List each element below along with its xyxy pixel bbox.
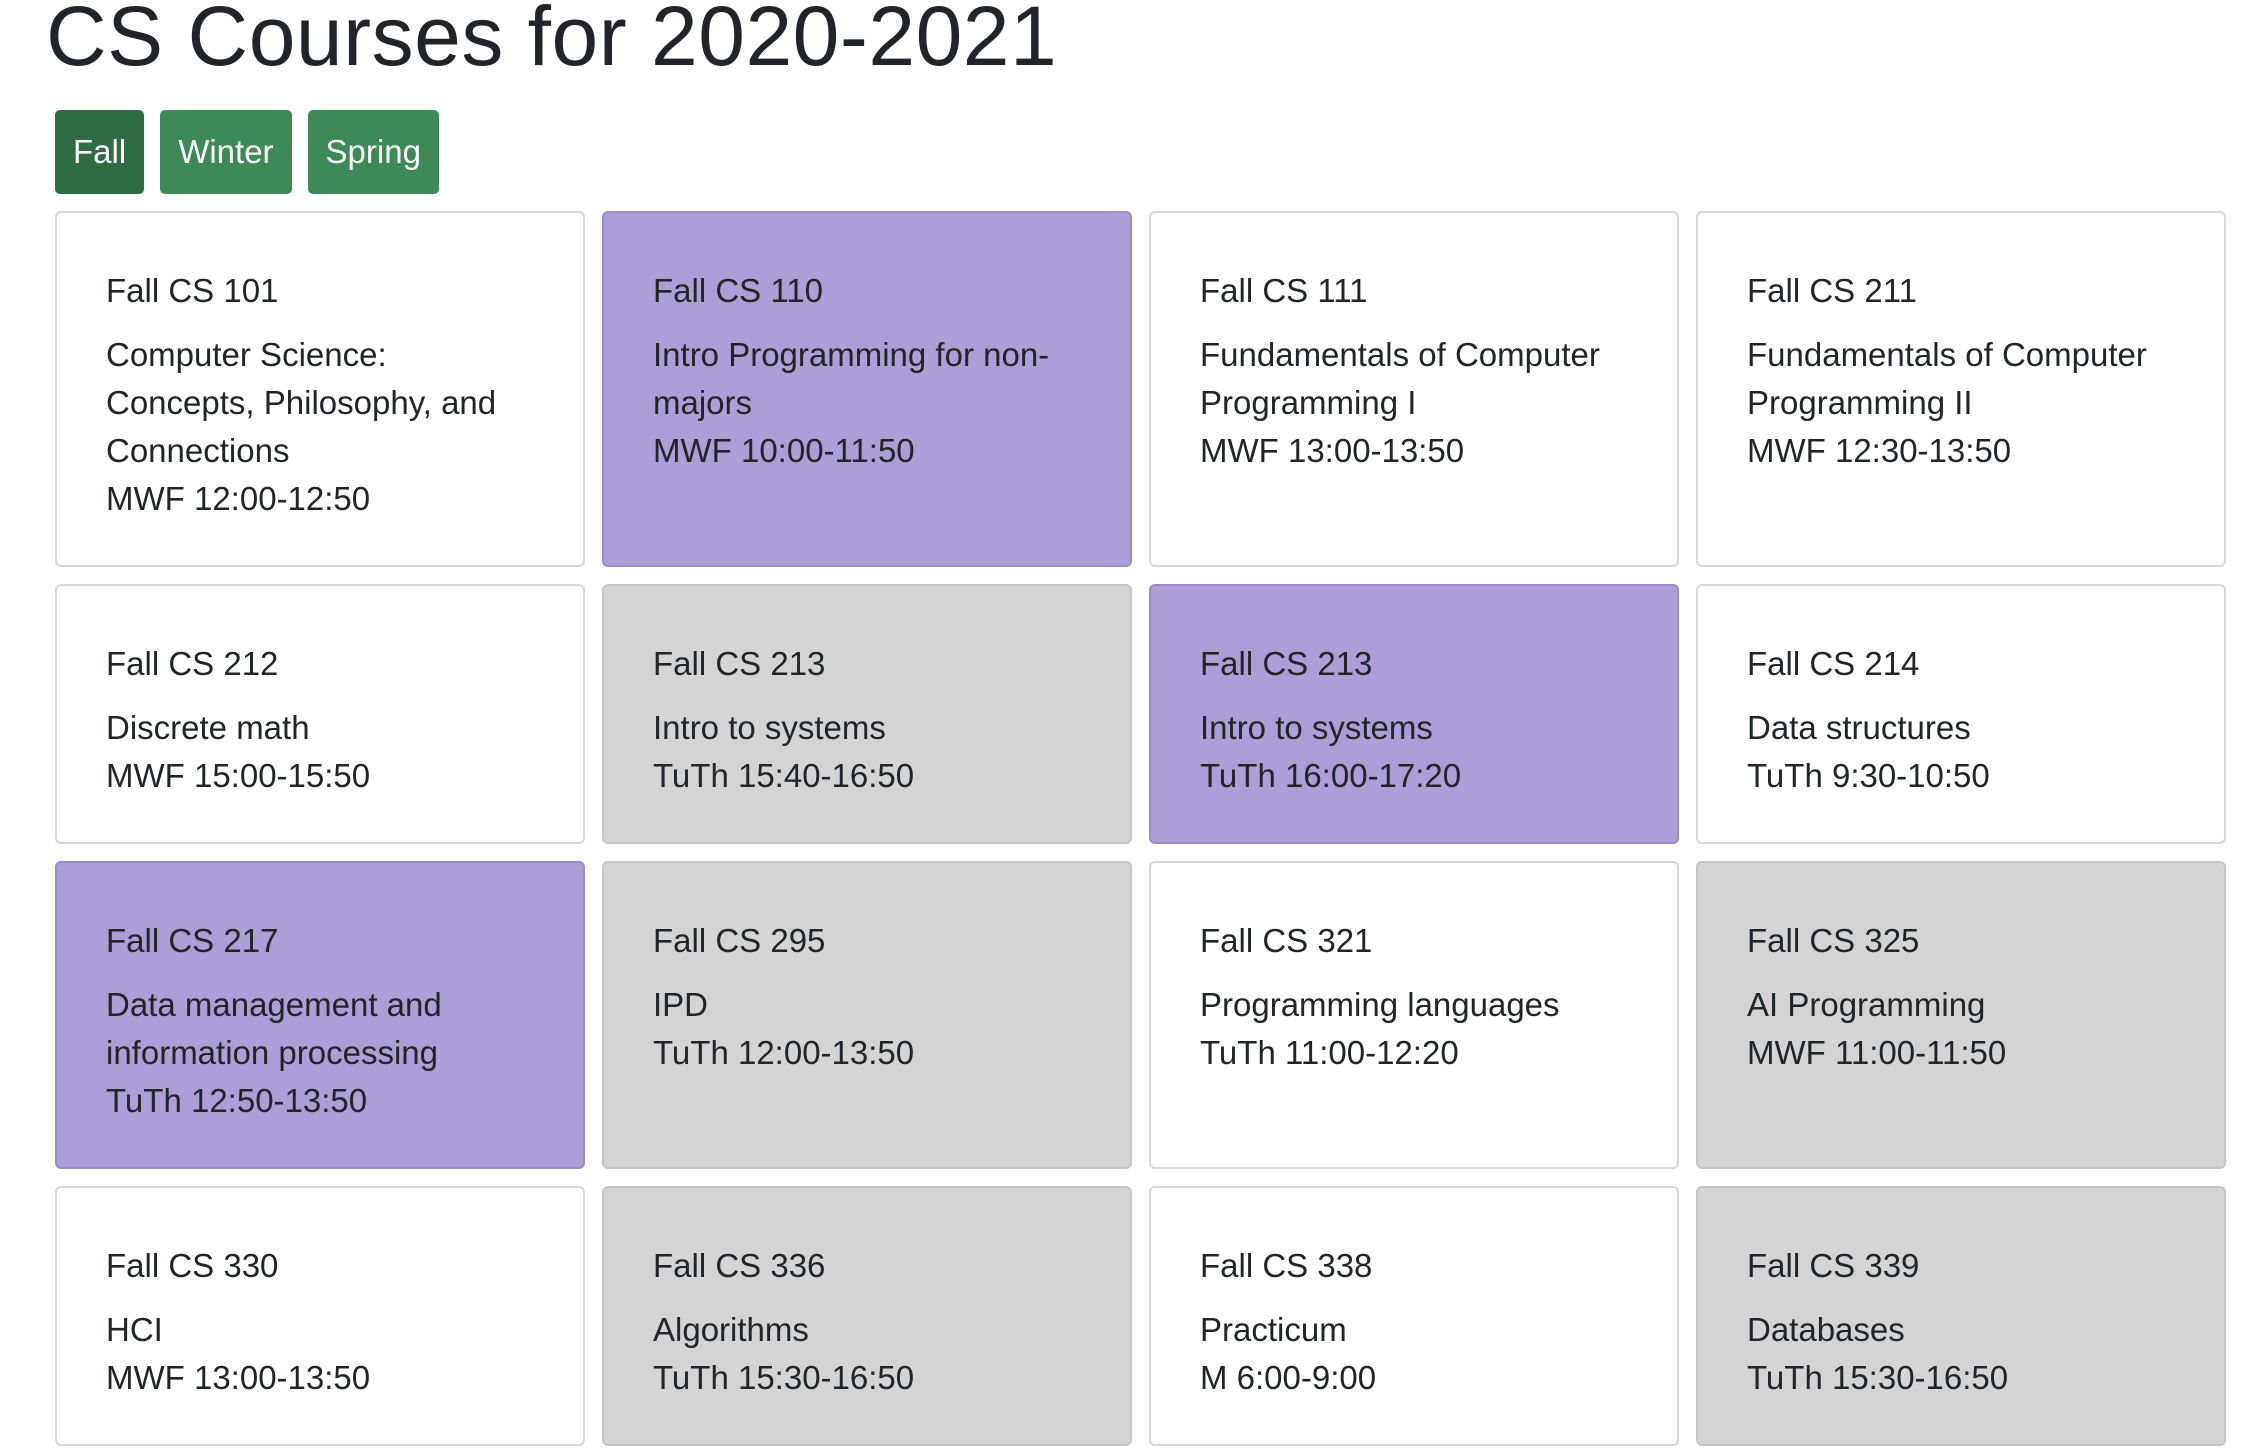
course-code: Fall CS 211	[1747, 272, 1917, 309]
course-card[interactable]: Fall CS 217 Data management and informat…	[55, 861, 585, 1169]
course-card[interactable]: Fall CS 213 Intro to systems TuTh 15:40-…	[602, 584, 1132, 844]
course-time: TuTh 12:00-13:50	[653, 1034, 915, 1071]
course-name: Algorithms	[653, 1311, 809, 1348]
course-card[interactable]: Fall CS 111 Fundamentals of Computer Pro…	[1149, 211, 1679, 567]
course-name: Databases	[1747, 1311, 1905, 1348]
course-card[interactable]: Fall CS 214 Data structures TuTh 9:30-10…	[1696, 584, 2226, 844]
course-card[interactable]: Fall CS 213 Intro to systems TuTh 16:00-…	[1149, 584, 1679, 844]
course-code: Fall CS 321	[1200, 922, 1373, 959]
course-card[interactable]: Fall CS 339 Databases TuTh 15:30-16:50	[1696, 1186, 2226, 1446]
course-name: Intro Programming for non-majors	[653, 336, 1050, 421]
course-code: Fall CS 325	[1747, 922, 1920, 959]
page-title: CS Courses for 2020-2021	[46, 0, 1058, 83]
term-selector: Fall Winter Spring	[55, 110, 439, 194]
course-time: M 6:00-9:00	[1200, 1359, 1377, 1396]
course-code: Fall CS 110	[653, 272, 823, 309]
term-button-winter[interactable]: Winter	[160, 110, 292, 194]
course-time: MWF 12:00-12:50	[106, 480, 371, 517]
course-card[interactable]: Fall CS 336 Algorithms TuTh 15:30-16:50	[602, 1186, 1132, 1446]
course-name: Intro to systems	[653, 709, 886, 746]
course-code: Fall CS 217	[106, 922, 279, 959]
course-card[interactable]: Fall CS 110 Intro Programming for non-ma…	[602, 211, 1132, 567]
course-grid: Fall CS 101 Computer Science: Concepts, …	[55, 211, 2226, 1446]
course-code: Fall CS 339	[1747, 1247, 1920, 1284]
term-button-fall[interactable]: Fall	[55, 110, 145, 194]
course-card[interactable]: Fall CS 330 HCI MWF 13:00-13:50	[55, 1186, 585, 1446]
course-card[interactable]: Fall CS 295 IPD TuTh 12:00-13:50	[602, 861, 1132, 1169]
course-code: Fall CS 101	[106, 272, 279, 309]
course-name: Data management and information processi…	[106, 986, 442, 1071]
course-code: Fall CS 111	[1200, 272, 1368, 309]
course-time: TuTh 15:30-16:50	[1747, 1359, 2009, 1396]
course-time: MWF 13:00-13:50	[1200, 432, 1465, 469]
course-name: Practicum	[1200, 1311, 1347, 1348]
course-code: Fall CS 212	[106, 645, 279, 682]
course-card[interactable]: Fall CS 211 Fundamentals of Computer Pro…	[1696, 211, 2226, 567]
course-name: Programming languages	[1200, 986, 1560, 1023]
course-time: TuTh 12:50-13:50	[106, 1082, 368, 1119]
course-time: MWF 10:00-11:50	[653, 432, 915, 469]
course-card[interactable]: Fall CS 212 Discrete math MWF 15:00-15:5…	[55, 584, 585, 844]
course-time: TuTh 11:00-12:20	[1200, 1034, 1459, 1071]
course-code: Fall CS 214	[1747, 645, 1920, 682]
course-code: Fall CS 213	[1200, 645, 1373, 682]
course-name: Computer Science: Concepts, Philosophy, …	[106, 336, 497, 469]
course-time: TuTh 16:00-17:20	[1200, 757, 1462, 794]
course-name: Fundamentals of Computer Programming II	[1747, 336, 2147, 421]
course-name: Data structures	[1747, 709, 1971, 746]
course-name: Discrete math	[106, 709, 310, 746]
course-time: TuTh 15:40-16:50	[653, 757, 915, 794]
course-card[interactable]: Fall CS 325 AI Programming MWF 11:00-11:…	[1696, 861, 2226, 1169]
course-code: Fall CS 295	[653, 922, 826, 959]
course-name: AI Programming	[1747, 986, 1986, 1023]
course-time: MWF 11:00-11:50	[1747, 1034, 2007, 1071]
course-card[interactable]: Fall CS 338 Practicum M 6:00-9:00	[1149, 1186, 1679, 1446]
course-code: Fall CS 330	[106, 1247, 279, 1284]
course-time: MWF 15:00-15:50	[106, 757, 371, 794]
course-name: Fundamentals of Computer Programming I	[1200, 336, 1600, 421]
course-time: MWF 12:30-13:50	[1747, 432, 2012, 469]
course-code: Fall CS 213	[653, 645, 826, 682]
course-card[interactable]: Fall CS 321 Programming languages TuTh 1…	[1149, 861, 1679, 1169]
course-card[interactable]: Fall CS 101 Computer Science: Concepts, …	[55, 211, 585, 567]
course-code: Fall CS 336	[653, 1247, 826, 1284]
course-code: Fall CS 338	[1200, 1247, 1373, 1284]
course-time: MWF 13:00-13:50	[106, 1359, 371, 1396]
course-name: HCI	[106, 1311, 163, 1348]
course-name: Intro to systems	[1200, 709, 1433, 746]
course-time: TuTh 9:30-10:50	[1747, 757, 1990, 794]
course-name: IPD	[653, 986, 709, 1023]
term-button-spring[interactable]: Spring	[307, 110, 439, 194]
course-time: TuTh 15:30-16:50	[653, 1359, 915, 1396]
